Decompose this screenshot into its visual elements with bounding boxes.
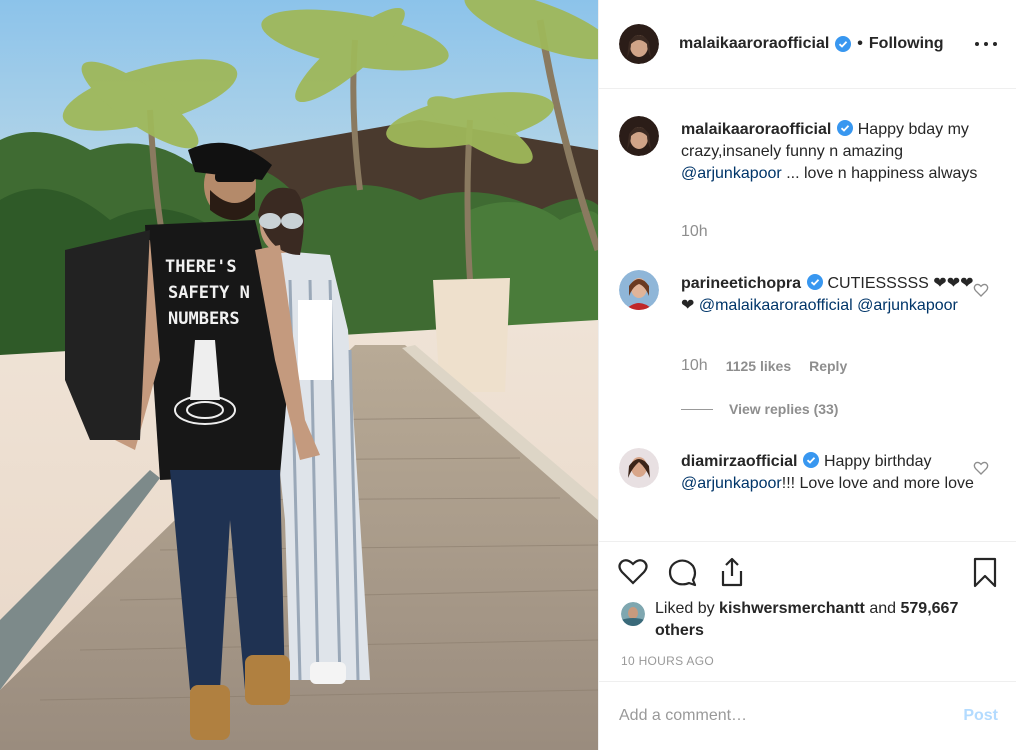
verified-icon (835, 36, 852, 52)
verified-icon (807, 274, 824, 290)
svg-text:NUMBERS: NUMBERS (168, 309, 240, 329)
liked-by-prefix: Liked by (655, 600, 715, 617)
heart-icon[interactable] (617, 556, 649, 588)
post-detail-panel: malaikaaroraofficial • Following malaika… (598, 0, 1016, 750)
comment-icon[interactable] (667, 556, 699, 588)
like-comment-heart-icon[interactable] (973, 282, 989, 298)
comment-avatar[interactable] (619, 116, 659, 156)
more-options-icon[interactable] (975, 33, 997, 55)
comment-avatar[interactable] (619, 448, 659, 488)
view-replies-button[interactable]: View replies (33) (681, 401, 838, 417)
comment-body: parineetichopra CUTIESSSSS ❤❤❤❤ @malaika… (681, 273, 981, 317)
post-header: malaikaaroraofficial • Following (599, 0, 1016, 89)
comment-text-tail: !!! Love love and more love (781, 475, 974, 492)
mention-link[interactable]: @arjunkapoor (857, 297, 958, 314)
comments-list[interactable]: malaikaaroraofficial Happy bday my crazy… (599, 90, 1016, 541)
comment-text: Happy birthday (823, 453, 932, 470)
comment-body: malaikaaroraofficial Happy bday my crazy… (681, 119, 981, 185)
share-icon[interactable] (716, 556, 748, 588)
comment-body: diamirzaofficial Happy birthday @arjunka… (681, 451, 981, 495)
liker-avatar[interactable] (621, 602, 645, 626)
comment-username[interactable]: malaikaaroraofficial (681, 121, 831, 138)
replies-line (681, 408, 713, 410)
like-comment-heart-icon[interactable] (973, 460, 989, 476)
comment-time[interactable]: 10h (681, 357, 708, 375)
comment-likes[interactable]: 1125 likes (726, 358, 791, 374)
post-actions: Liked by kishwersmerchantt and 579,667 o… (599, 541, 1016, 681)
add-comment-bar: Post (599, 681, 1016, 750)
bookmark-icon[interactable] (969, 556, 1001, 588)
verified-icon (837, 120, 854, 136)
separator-dot: • (857, 35, 863, 52)
author-username[interactable]: malaikaaroraofficial (679, 35, 829, 53)
post-photo[interactable]: THERE'S SAFETY N NUMBERS (0, 0, 598, 750)
comment-avatar[interactable] (619, 270, 659, 310)
comment-meta: 10h 1125 likes Reply (681, 357, 847, 375)
comment-username[interactable]: parineetichopra (681, 275, 801, 292)
liked-by-text: Liked by kishwersmerchantt and 579,667 o… (655, 598, 975, 642)
post-button[interactable]: Post (963, 707, 998, 725)
comment-username[interactable]: diamirzaofficial (681, 453, 797, 470)
comment-text-tail: ... love n happiness always (786, 165, 978, 182)
comment-time[interactable]: 10h (681, 223, 708, 241)
comment-meta: 10h (681, 223, 726, 241)
author-avatar[interactable] (619, 24, 659, 64)
verified-icon (803, 452, 820, 468)
mention-link[interactable]: @malaikaaroraofficial (699, 297, 853, 314)
mention-link[interactable]: @arjunkapoor (681, 475, 782, 492)
svg-text:SAFETY N: SAFETY N (168, 283, 250, 303)
reply-button[interactable]: Reply (809, 358, 847, 374)
mention-link[interactable]: @arjunkapoor (681, 165, 782, 182)
view-replies-label: View replies (33) (729, 401, 839, 417)
liked-by-and: and (869, 600, 897, 617)
post-timestamp[interactable]: 10 HOURS AGO (621, 654, 714, 668)
svg-text:THERE'S: THERE'S (165, 257, 237, 277)
liked-by-user[interactable]: kishwersmerchantt (719, 600, 865, 617)
following-button[interactable]: Following (869, 35, 944, 53)
comment-input[interactable] (619, 707, 939, 725)
post-image: THERE'S SAFETY N NUMBERS (0, 0, 598, 750)
